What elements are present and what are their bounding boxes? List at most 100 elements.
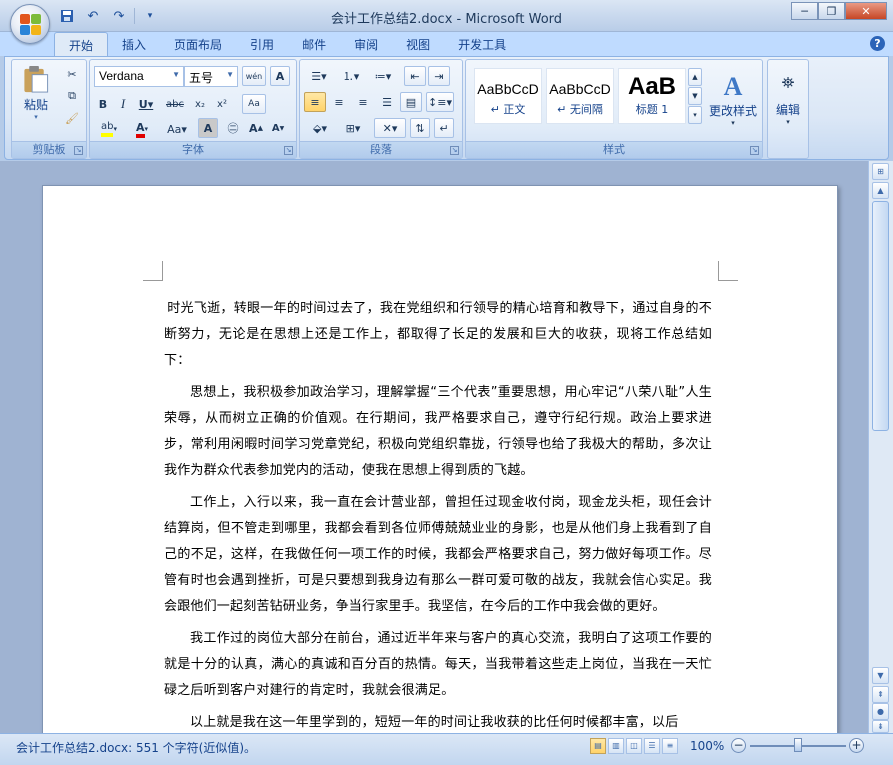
window-controls: ─ ❐ ✕ [791,2,887,20]
paste-label: 粘贴 [23,98,48,112]
scroll-up-icon[interactable]: ▲ [872,182,889,199]
cut-icon[interactable]: ✂ [62,64,82,84]
line-spacing-icon[interactable]: ↕≡▾ [426,92,454,112]
char-border-icon[interactable]: A [270,66,290,86]
change-styles-button[interactable]: A 更改样式 ▾ [706,64,760,134]
style-heading-1[interactable]: AaB 标题 1 [618,68,686,124]
sort-icon[interactable]: ⇅ [410,118,430,138]
underline-icon[interactable]: U▾ [134,94,158,114]
multilevel-list-icon[interactable]: ≔▾ [368,66,398,86]
scroll-down-icon[interactable]: ▼ [872,667,889,684]
chinese-layout-icon[interactable]: ✕▾ [374,118,406,138]
superscript-icon[interactable]: x² [212,94,232,114]
clipboard-group: 粘贴 ▾ ✂ ⧉ 🖌 剪贴板 ↘ [11,59,87,159]
shrink-font-icon[interactable]: A ▼ [268,118,288,138]
help-icon[interactable]: ? [870,36,885,51]
style-normal[interactable]: AaBbCcD ↵ 正文 [474,68,542,124]
next-page-icon[interactable]: ⇟ [872,720,889,733]
font-group-label: 字体 [90,141,296,158]
tab-review[interactable]: 审阅 [340,32,392,56]
change-case-icon[interactable]: Aa▾ [162,118,192,140]
scroll-thumb[interactable] [872,201,889,431]
style-name: ↵ 正文 [490,103,526,116]
increase-indent-icon[interactable]: ⇥ [428,66,450,86]
align-left-icon[interactable]: ≡ [304,92,326,112]
close-button[interactable]: ✕ [845,2,887,20]
office-logo-icon [20,14,42,36]
print-layout-icon[interactable]: ▤ [590,738,606,754]
highlight-icon[interactable]: ab ▾ [94,118,124,140]
tab-page-layout[interactable]: 页面布局 [160,32,236,56]
decrease-indent-icon[interactable]: ⇤ [404,66,426,86]
enclose-char-icon[interactable]: ㊁ [222,118,244,138]
tab-developer[interactable]: 开发工具 [444,32,520,56]
style-no-spacing[interactable]: AaBbCcD ↵ 无间隔 [546,68,614,124]
align-right-icon[interactable]: ≡ [352,92,374,112]
shading-icon[interactable]: ⬙▾ [304,118,336,138]
office-button[interactable] [10,4,50,44]
document-page[interactable]: 时光飞逝，转眼一年的时间过去了，我在党组织和行领导的精心培育和教导下，通过自身的… [42,185,838,733]
chevron-down-icon: ▾ [731,118,735,127]
justify-icon[interactable]: ☰ [376,92,398,112]
dialog-launcher-icon[interactable]: ↘ [750,146,759,155]
vertical-scrollbar[interactable]: ⊞ ▲ ▼ ⇞ ● ⇟ [868,161,893,733]
window-title: 会计工作总结2.docx - Microsoft Word [330,12,563,27]
subscript-icon[interactable]: x₂ [190,94,210,114]
status-bar: 会计工作总结2.docx: 551 个字符(近似值)。 ▤ ▥ ◫ ☰ ≡ 10… [0,733,893,765]
dialog-launcher-icon[interactable]: ↘ [284,146,293,155]
restore-button[interactable]: ❐ [818,2,845,20]
view-buttons: ▤ ▥ ◫ ☰ ≡ [590,738,678,754]
tab-insert[interactable]: 插入 [108,32,160,56]
show-marks-icon[interactable]: ↵ [434,118,454,138]
style-sample: AaB [627,73,676,100]
align-center-icon[interactable]: ≡ [328,92,350,112]
full-screen-reading-icon[interactable]: ▥ [608,738,624,754]
browse-object-icon[interactable]: ● [872,703,889,720]
draft-view-icon[interactable]: ≡ [662,738,678,754]
styles-group: AaBbCcD ↵ 正文 AaBbCcD ↵ 无间隔 AaB 标题 1 ▲ ▼ … [465,59,763,159]
style-name: 标题 1 [635,103,669,116]
tab-mailings[interactable]: 邮件 [288,32,340,56]
distributed-icon[interactable]: ▤ [400,92,422,112]
paste-button[interactable]: 粘贴 ▾ [18,64,54,122]
italic-icon[interactable]: I [114,94,132,114]
ruler-toggle-icon[interactable]: ⊞ [872,163,889,180]
editing-button[interactable]: ⛯ 编辑 ▾ [770,64,806,134]
styles-group-label: 样式 [466,141,762,158]
font-size-combo[interactable]: 五号 ▼ [184,66,238,87]
clear-formatting-icon[interactable]: Aa [242,94,266,114]
web-layout-icon[interactable]: ◫ [626,738,642,754]
tab-home[interactable]: 开始 [54,32,109,56]
zoom-out-icon[interactable]: − [731,738,746,753]
font-name-combo[interactable]: Verdana ▼ [94,66,184,87]
grow-font-icon[interactable]: A ▲ [246,118,266,138]
gallery-up-icon[interactable]: ▲ [688,68,702,86]
strikethrough-icon[interactable]: abc [162,94,188,114]
phonetic-guide-icon[interactable]: wén [242,66,266,86]
dialog-launcher-icon[interactable]: ↘ [450,146,459,155]
title-bar: ↶ ↷ ▾ 会计工作总结2.docx - Microsoft Word ─ ❐ … [0,0,893,32]
bullets-icon[interactable]: ☰▾ [304,66,334,86]
borders-icon[interactable]: ⊞▾ [338,118,368,138]
word-count-status[interactable]: 会计工作总结2.docx: 551 个字符(近似值)。 [16,739,256,756]
gallery-down-icon[interactable]: ▼ [688,87,702,105]
previous-page-icon[interactable]: ⇞ [872,686,889,703]
binoculars-icon: ⛯ [781,72,795,92]
char-shading-icon[interactable]: A [198,118,218,138]
outline-view-icon[interactable]: ☰ [644,738,660,754]
gallery-more-icon[interactable]: ▾ [688,106,702,124]
chevron-down-icon: ▾ [786,117,790,126]
document-body[interactable]: 时光飞逝，转眼一年的时间过去了，我在党组织和行领导的精心培育和教导下，通过自身的… [164,296,712,733]
format-painter-icon[interactable]: 🖌 [62,108,82,128]
tab-view[interactable]: 视图 [392,32,444,56]
tab-references[interactable]: 引用 [236,32,288,56]
zoom-in-icon[interactable]: + [849,738,864,753]
font-color-icon[interactable]: A ▾ [128,118,156,140]
bold-icon[interactable]: B [94,94,112,114]
numbering-icon[interactable]: ⒈▾ [336,66,366,86]
zoom-level[interactable]: 100% [690,739,724,753]
zoom-slider-thumb[interactable] [794,738,802,752]
dialog-launcher-icon[interactable]: ↘ [74,146,83,155]
copy-icon[interactable]: ⧉ [62,86,82,106]
minimize-button[interactable]: ─ [791,2,818,20]
